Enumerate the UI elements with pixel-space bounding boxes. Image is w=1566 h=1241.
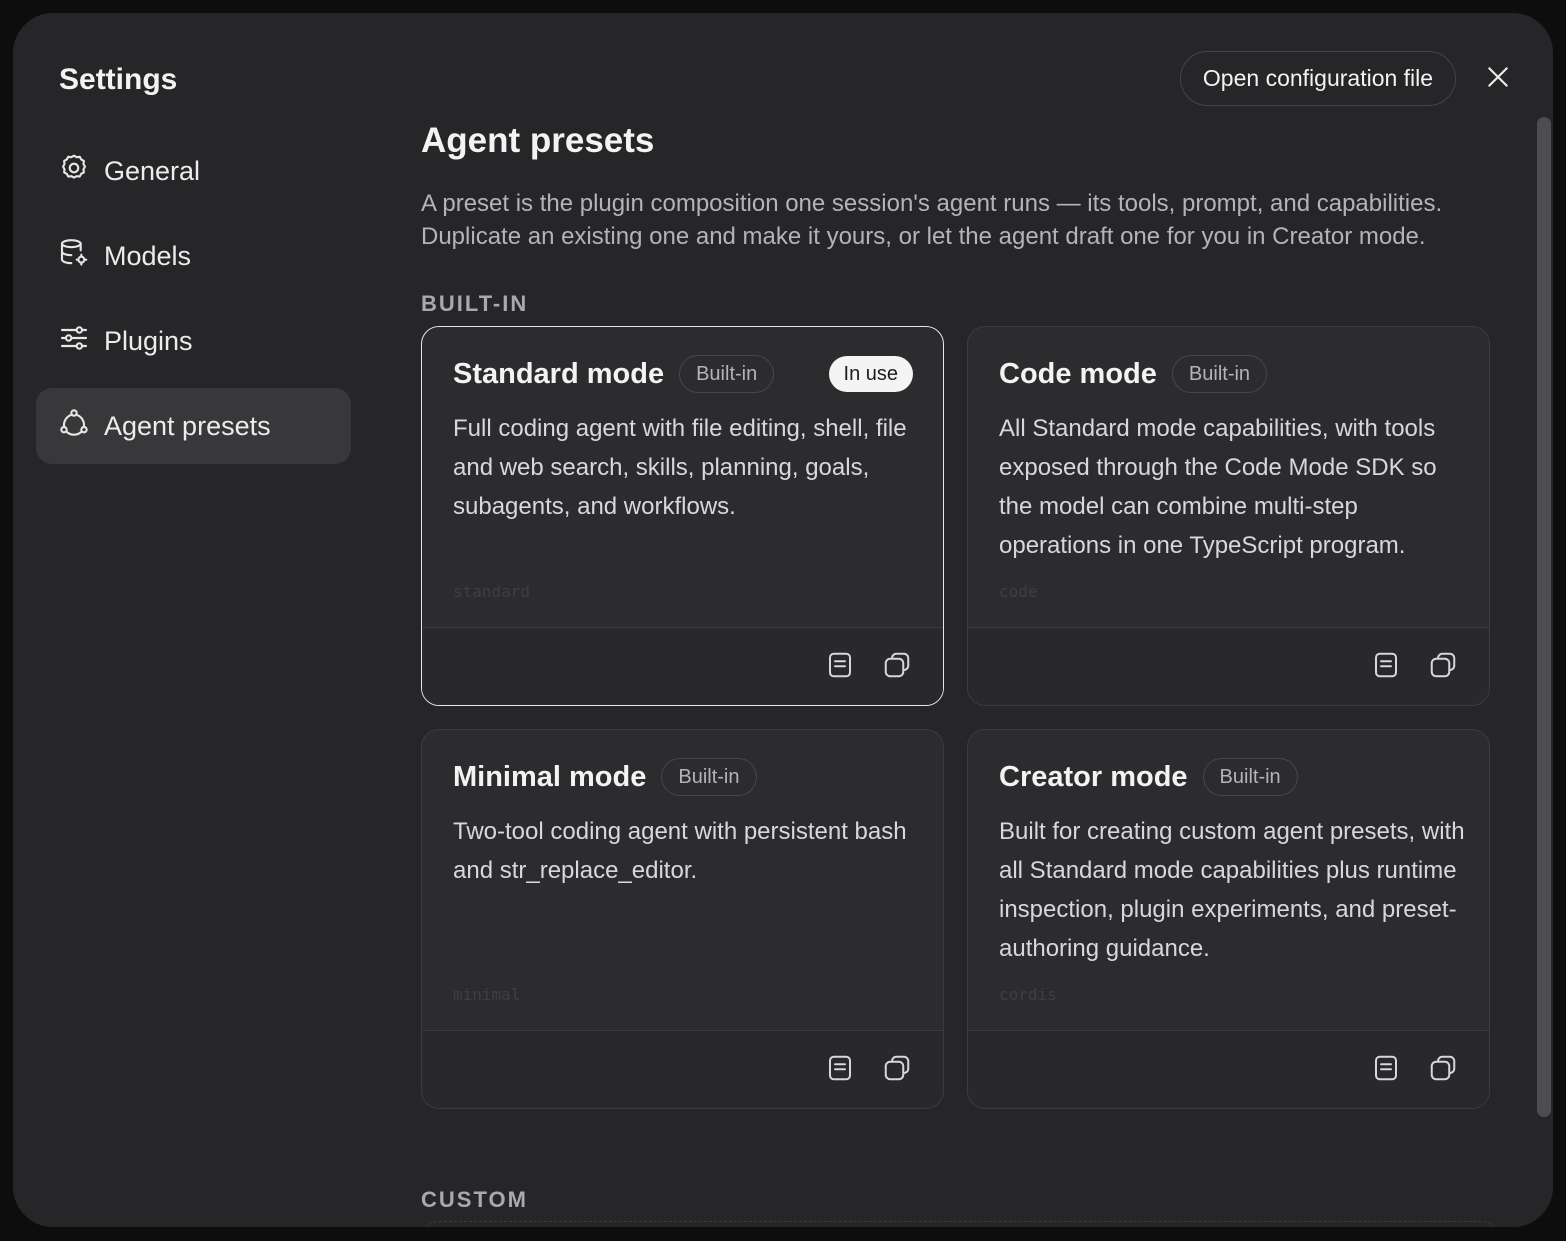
copy-icon	[882, 650, 912, 685]
document-icon	[1371, 1053, 1401, 1088]
preset-card-code[interactable]: Code mode Built-in All Standard mode cap…	[967, 326, 1490, 706]
card-footer	[422, 1030, 943, 1108]
card-footer	[422, 627, 943, 705]
preset-card-standard[interactable]: Standard mode Built-in In use Full codin…	[421, 326, 944, 706]
in-use-badge: In use	[828, 356, 913, 392]
open-configuration-file-button[interactable]: Open configuration file	[1180, 51, 1456, 106]
custom-preset-placeholder[interactable]	[421, 1221, 1499, 1227]
builtin-badge: Built-in	[679, 355, 775, 393]
preset-title: Standard mode	[453, 357, 665, 390]
sidebar-item-agent-presets[interactable]: Agent presets	[36, 388, 351, 464]
preset-description: All Standard mode capabilities, with too…	[999, 415, 1437, 559]
view-details-button[interactable]	[823, 1053, 857, 1087]
copy-icon	[882, 1053, 912, 1088]
nodes-icon	[58, 407, 104, 446]
document-icon	[825, 650, 855, 685]
sidebar-item-label: Plugins	[104, 325, 193, 356]
preset-description: Two-tool coding agent with persistent ba…	[453, 818, 907, 884]
gear-icon	[58, 152, 104, 191]
section-label-builtin: BUILT-IN	[421, 291, 529, 316]
preset-description: Built for creating custom agent presets,…	[999, 818, 1465, 962]
page-title: Agent presets	[421, 121, 655, 160]
duplicate-button[interactable]	[880, 1053, 914, 1087]
duplicate-button[interactable]	[880, 650, 914, 684]
document-icon	[825, 1053, 855, 1088]
preset-id: cordis	[999, 985, 1057, 1004]
builtin-badge: Built-in	[1202, 758, 1298, 796]
preset-id: minimal	[453, 985, 521, 1004]
preset-id: code	[999, 582, 1038, 601]
copy-icon	[1428, 650, 1458, 685]
builtin-badge: Built-in	[661, 758, 757, 796]
close-icon	[1485, 64, 1511, 95]
settings-modal: Settings General Models Plugins Agent pr…	[13, 13, 1553, 1227]
settings-title: Settings	[59, 63, 178, 96]
preset-title: Code mode	[999, 357, 1157, 390]
close-button[interactable]	[1480, 61, 1516, 97]
main-content: Agent presets A preset is the plugin com…	[421, 121, 1496, 1212]
preset-title: Minimal mode	[453, 760, 647, 793]
duplicate-button[interactable]	[1426, 650, 1460, 684]
preset-description: Full coding agent with file editing, she…	[453, 415, 907, 520]
preset-card-creator[interactable]: Creator mode Built-in Built for creating…	[967, 729, 1490, 1109]
preset-card-minimal[interactable]: Minimal mode Built-in Two-tool coding ag…	[421, 729, 944, 1109]
sidebar-item-plugins[interactable]: Plugins	[36, 303, 351, 379]
duplicate-button[interactable]	[1426, 1053, 1460, 1087]
view-details-button[interactable]	[1369, 1053, 1403, 1087]
preset-title: Creator mode	[999, 760, 1188, 793]
section-label-custom: CUSTOM	[421, 1187, 528, 1212]
sliders-icon	[58, 322, 104, 361]
database-gear-icon	[58, 237, 104, 276]
preset-id: standard	[453, 582, 531, 601]
document-icon	[1371, 650, 1401, 685]
builtin-badge: Built-in	[1171, 355, 1268, 393]
copy-icon	[1428, 1053, 1458, 1088]
sidebar-item-general[interactable]: General	[36, 133, 351, 209]
sidebar-item-models[interactable]: Models	[36, 218, 351, 294]
sidebar-item-label: Models	[104, 240, 192, 271]
sidebar-nav: General Models Plugins Agent presets	[36, 133, 351, 473]
view-details-button[interactable]	[823, 650, 857, 684]
page-description: A preset is the plugin composition one s…	[421, 190, 1443, 250]
card-footer	[968, 1030, 1489, 1108]
scrollbar[interactable]	[1537, 117, 1551, 1117]
sidebar-item-label: General	[104, 155, 201, 186]
sidebar-item-label: Agent presets	[104, 410, 271, 441]
view-details-button[interactable]	[1369, 650, 1403, 684]
card-footer	[968, 627, 1489, 705]
